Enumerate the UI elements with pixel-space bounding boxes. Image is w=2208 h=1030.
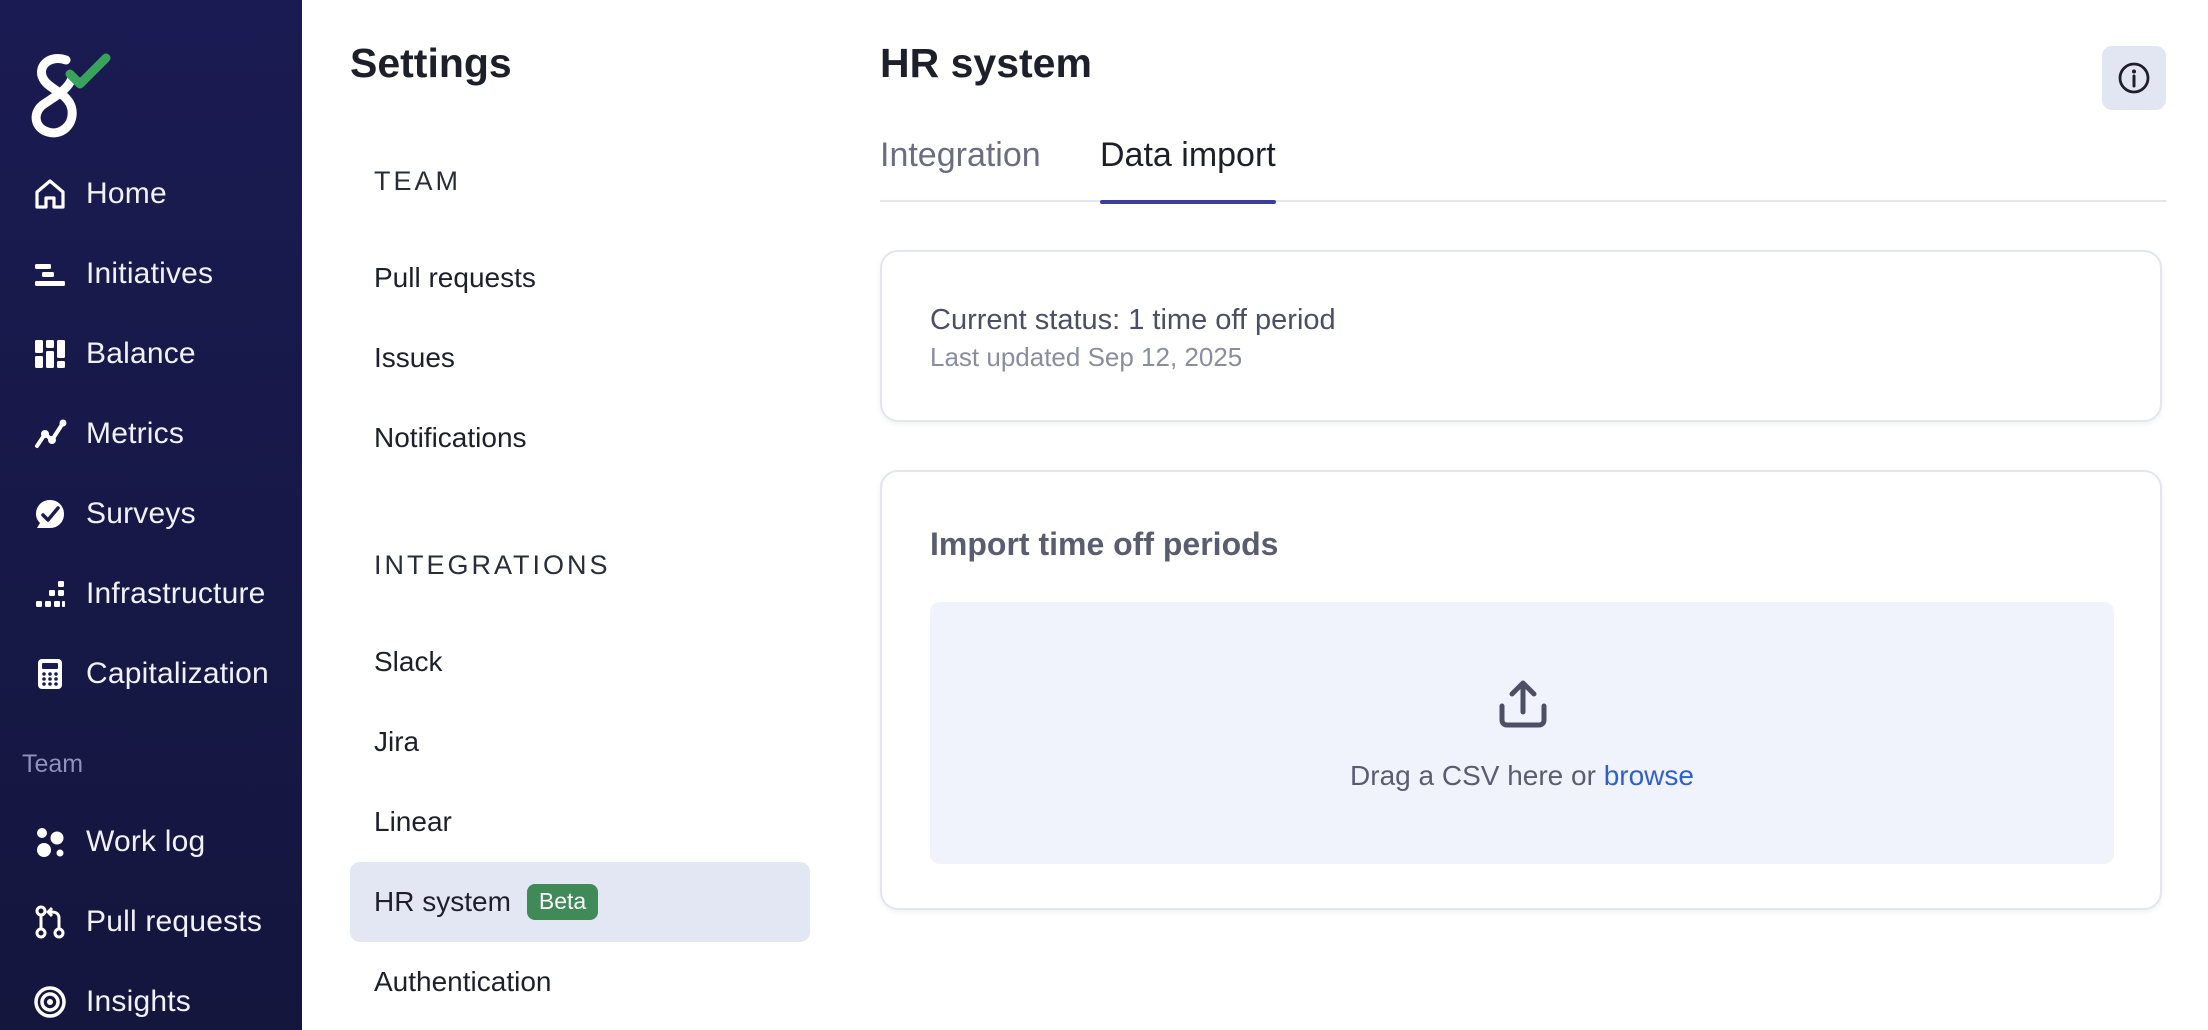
browse-link[interactable]: browse — [1604, 760, 1694, 791]
csv-dropzone[interactable]: Drag a CSV here or browse — [930, 602, 2114, 864]
current-status: Current status: 1 time off period — [930, 304, 1336, 336]
settings-item-jira[interactable]: Jira — [350, 702, 810, 782]
settings-item-pull-requests[interactable]: Pull requests — [350, 238, 810, 318]
last-updated: Last updated Sep 12, 2025 — [930, 342, 1243, 372]
drop-text: Drag a CSV here or browse — [930, 760, 2114, 792]
nav-item-work-log[interactable]: Work log — [0, 812, 302, 872]
logo-icon[interactable] — [26, 50, 112, 140]
initiatives-icon — [32, 256, 68, 292]
upload-icon — [1499, 680, 1547, 728]
status-card: Current status: 1 time off period Last u… — [880, 250, 2162, 422]
settings-group-integrations: INTEGRATIONS — [374, 550, 611, 580]
nav-item-label: Pull requests — [86, 905, 263, 938]
pull-request-icon — [32, 904, 68, 940]
nav-item-balance[interactable]: Balance — [0, 324, 302, 384]
nav-item-capitalization[interactable]: Capitalization — [0, 644, 302, 704]
insights-icon — [32, 984, 68, 1020]
info-button[interactable] — [2102, 46, 2166, 110]
tab-integration[interactable]: Integration — [880, 136, 1041, 202]
beta-badge: Beta — [526, 884, 599, 920]
nav-item-label: Infrastructure — [86, 577, 266, 610]
nav-sidebar: Home Initiatives Balance Metrics Surveys… — [0, 0, 302, 1030]
settings-item-linear[interactable]: Linear — [350, 782, 810, 862]
nav-item-insights[interactable]: Insights — [0, 972, 302, 1030]
nav-section-team: Team — [22, 750, 84, 778]
settings-item-issues[interactable]: Issues — [350, 318, 810, 398]
nav-item-home[interactable]: Home — [0, 164, 302, 224]
settings-item-label: HR system — [374, 886, 511, 917]
calculator-icon — [32, 656, 68, 692]
home-icon — [32, 176, 68, 212]
work-log-icon — [32, 824, 68, 860]
nav-item-label: Home — [86, 177, 167, 210]
nav-item-label: Balance — [86, 337, 196, 370]
tab-data-import[interactable]: Data import — [1100, 136, 1276, 204]
balance-icon — [32, 336, 68, 372]
import-title: Import time off periods — [930, 526, 1279, 562]
drop-instructions: Drag a CSV here or — [1350, 760, 1604, 791]
metrics-icon — [32, 416, 68, 452]
nav-item-label: Insights — [86, 985, 191, 1018]
nav-item-metrics[interactable]: Metrics — [0, 404, 302, 464]
settings-title: Settings — [350, 40, 512, 86]
settings-item-authentication[interactable]: Authentication — [350, 942, 810, 1022]
nav-item-initiatives[interactable]: Initiatives — [0, 244, 302, 304]
nav-item-surveys[interactable]: Surveys — [0, 484, 302, 544]
info-icon — [2118, 62, 2150, 94]
import-card: Import time off periods Drag a CSV here … — [880, 470, 2162, 910]
nav-item-label: Work log — [86, 825, 206, 858]
nav-item-label: Metrics — [86, 417, 185, 450]
infrastructure-icon — [32, 576, 68, 612]
settings-item-slack[interactable]: Slack — [350, 622, 810, 702]
settings-item-notifications[interactable]: Notifications — [350, 398, 810, 478]
page-title: HR system — [880, 40, 1092, 86]
nav-item-label: Initiatives — [86, 257, 214, 290]
nav-item-infrastructure[interactable]: Infrastructure — [0, 564, 302, 624]
nav-item-label: Capitalization — [86, 657, 269, 690]
settings-item-hr-system[interactable]: HR system Beta — [350, 862, 810, 942]
tab-bar: Integration Data import — [880, 128, 2166, 204]
nav-item-label: Surveys — [86, 497, 196, 530]
nav-item-pull-requests[interactable]: Pull requests — [0, 892, 302, 952]
surveys-icon — [32, 496, 68, 532]
settings-group-team: TEAM — [374, 166, 462, 196]
